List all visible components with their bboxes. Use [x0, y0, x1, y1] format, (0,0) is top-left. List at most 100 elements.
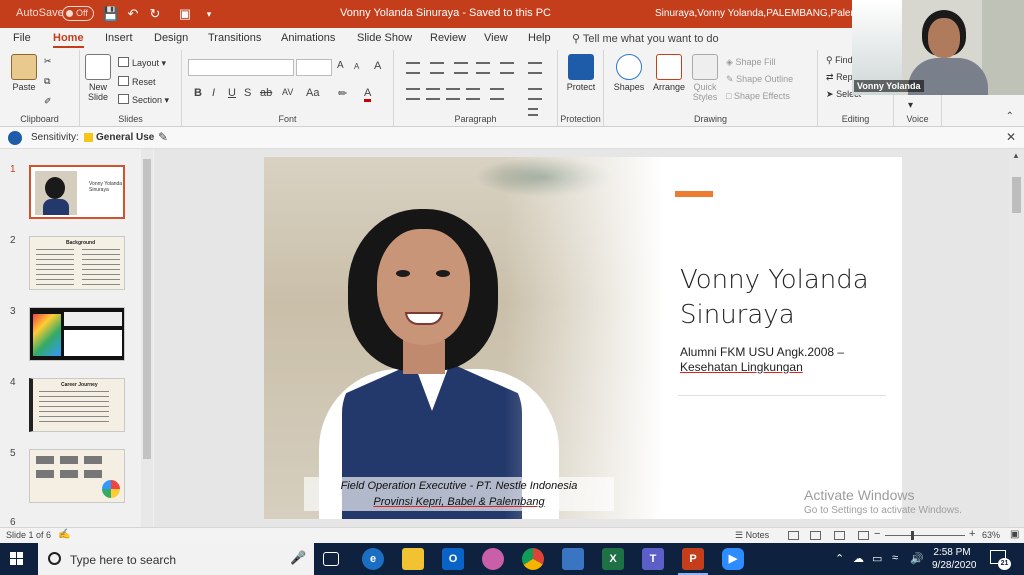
slide-thumbnail-2[interactable]: Background	[29, 236, 125, 290]
shapes-button[interactable]: Shapes	[610, 54, 648, 92]
slide-thumbnail-5[interactable]	[29, 449, 125, 503]
zoom-out-icon[interactable]: −	[874, 528, 880, 540]
paint-icon[interactable]	[482, 548, 504, 570]
increase-indent-icon[interactable]	[476, 62, 490, 74]
zoom-level[interactable]: 63%	[982, 530, 1000, 540]
cut-icon[interactable]: ✂	[44, 56, 52, 67]
columns-icon[interactable]	[490, 88, 504, 100]
tab-design[interactable]: Design	[154, 32, 188, 44]
tell-me-search[interactable]: ⚲ Tell me what you want to do	[572, 32, 719, 45]
teams-icon[interactable]: T	[642, 548, 664, 570]
shape-fill-button[interactable]: ◈ Shape Fill	[726, 57, 775, 68]
font-size-select[interactable]	[296, 59, 332, 76]
current-slide[interactable]: Field Operation Executive - PT. Nestle I…	[264, 157, 902, 519]
battery-icon[interactable]: ▭	[872, 552, 882, 565]
text-direction-icon[interactable]	[528, 62, 542, 74]
font-name-select[interactable]	[188, 59, 294, 76]
reset-button[interactable]: Reset	[118, 76, 156, 87]
slide-subtitle[interactable]: Alumni FKM USU Angk.2008 – Kesehatan Lin…	[680, 345, 844, 375]
arrange-button[interactable]: Arrange	[650, 54, 688, 92]
new-slide-button[interactable]: New Slide	[83, 54, 113, 102]
layout-button[interactable]: Layout ▾	[118, 57, 166, 69]
wifi-icon[interactable]: ≈	[892, 552, 898, 564]
tab-home[interactable]: Home	[53, 32, 84, 48]
zoom-in-icon[interactable]: +	[969, 528, 975, 540]
undo-icon[interactable]: ↶	[124, 5, 142, 23]
align-text-icon[interactable]	[528, 88, 542, 100]
thumbnail-scrollbar[interactable]	[141, 149, 153, 527]
tab-help[interactable]: Help	[528, 32, 551, 44]
shape-outline-button[interactable]: ✎ Shape Outline	[726, 74, 793, 85]
chrome-icon[interactable]	[522, 548, 544, 570]
protect-button[interactable]: Protect	[562, 54, 600, 92]
thumbnail-scroll-thumb[interactable]	[143, 159, 151, 459]
shadow-button[interactable]: S	[244, 87, 251, 99]
account-name[interactable]: Sinuraya,Vonny Yolanda,PALEMBANG,Palemba…	[655, 8, 855, 19]
font-color-icon[interactable]: A	[364, 87, 372, 102]
align-left-icon[interactable]	[406, 88, 420, 100]
excel-icon[interactable]: X	[602, 548, 624, 570]
align-center-icon[interactable]	[426, 88, 440, 100]
file-explorer-icon[interactable]	[402, 548, 424, 570]
outlook-icon[interactable]: O	[442, 548, 464, 570]
decrease-indent-icon[interactable]	[454, 62, 468, 74]
character-spacing-button[interactable]: AV	[282, 87, 293, 97]
task-view-icon[interactable]	[323, 552, 339, 566]
slide-title[interactable]: Vonny Yolanda Sinuraya	[680, 263, 869, 333]
quick-styles-button[interactable]: Quick Styles	[690, 54, 720, 102]
windows-start-icon[interactable]	[10, 552, 24, 566]
onedrive-icon[interactable]: ☁	[853, 552, 864, 565]
show-hidden-icons-icon[interactable]: ⌃	[835, 552, 844, 565]
slide-thumbnail-1[interactable]: Vonny Yolanda Sinuraya	[29, 165, 125, 219]
collapse-ribbon-icon[interactable]: ⌃	[1006, 111, 1014, 122]
start-from-beginning-icon[interactable]: ▣	[176, 5, 194, 23]
spelling-icon[interactable]: ✍	[58, 529, 70, 540]
fit-slide-icon[interactable]: ▣	[1010, 529, 1019, 540]
underline-button[interactable]: U	[228, 87, 236, 99]
zoom-slider[interactable]	[885, 535, 965, 536]
tab-insert[interactable]: Insert	[105, 32, 133, 44]
powerpoint-icon[interactable]: P	[678, 548, 708, 575]
notes-button[interactable]: ☰ Notes	[735, 530, 769, 541]
justify-icon[interactable]	[466, 88, 480, 100]
copy-icon[interactable]: ⧉	[44, 76, 50, 87]
taskbar-clock[interactable]: 2:58 PM 9/28/2020	[932, 546, 977, 572]
grow-font-button[interactable]: A	[337, 60, 344, 71]
edge-icon[interactable]: e	[362, 548, 384, 570]
shape-effects-button[interactable]: □ Shape Effects	[726, 91, 790, 101]
tab-slide-show[interactable]: Slide Show	[357, 32, 412, 44]
clear-formatting-button[interactable]: A	[374, 60, 381, 72]
redo-icon[interactable]: ↻	[146, 5, 164, 23]
reading-view-icon[interactable]	[834, 531, 845, 540]
paste-button[interactable]: Paste	[8, 54, 40, 92]
tab-view[interactable]: View	[484, 32, 508, 44]
save-icon[interactable]: 💾	[102, 5, 120, 23]
align-right-icon[interactable]	[446, 88, 460, 100]
shrink-font-button[interactable]: A	[354, 62, 359, 71]
tab-transitions[interactable]: Transitions	[208, 32, 261, 44]
highlight-color-icon[interactable]: ✏	[338, 87, 347, 100]
change-case-button[interactable]: Aa	[306, 87, 319, 99]
strikethrough-button[interactable]: ab	[260, 87, 272, 99]
profile-photo[interactable]	[264, 157, 664, 519]
normal-view-icon[interactable]	[788, 531, 799, 540]
slide-thumbnail-3[interactable]	[29, 307, 125, 361]
sensitivity-value[interactable]: General Use	[96, 132, 154, 143]
taskbar-search-box[interactable]: Type here to search 🎤	[38, 543, 314, 575]
slide-scroll-thumb[interactable]	[1012, 177, 1021, 213]
format-painter-icon[interactable]: ✐	[44, 96, 52, 107]
section-button[interactable]: Section ▾	[118, 94, 169, 106]
slide-scrollbar[interactable]: ▲	[1009, 149, 1024, 527]
slide-show-icon[interactable]	[858, 531, 869, 540]
photo-caption[interactable]: Field Operation Executive - PT. Nestle I…	[304, 477, 614, 511]
microphone-icon[interactable]: 🎤	[290, 550, 306, 566]
numbering-icon[interactable]	[430, 62, 444, 74]
zoom-icon[interactable]: ▶	[722, 548, 744, 570]
tab-file[interactable]: File	[13, 32, 31, 44]
customize-qat-icon[interactable]: ▾	[200, 5, 218, 23]
italic-button[interactable]: I	[212, 87, 215, 99]
bullets-icon[interactable]	[406, 62, 420, 74]
find-button[interactable]: ⚲ Find	[826, 55, 853, 66]
tab-animations[interactable]: Animations	[281, 32, 335, 44]
bold-button[interactable]: B	[194, 87, 202, 99]
